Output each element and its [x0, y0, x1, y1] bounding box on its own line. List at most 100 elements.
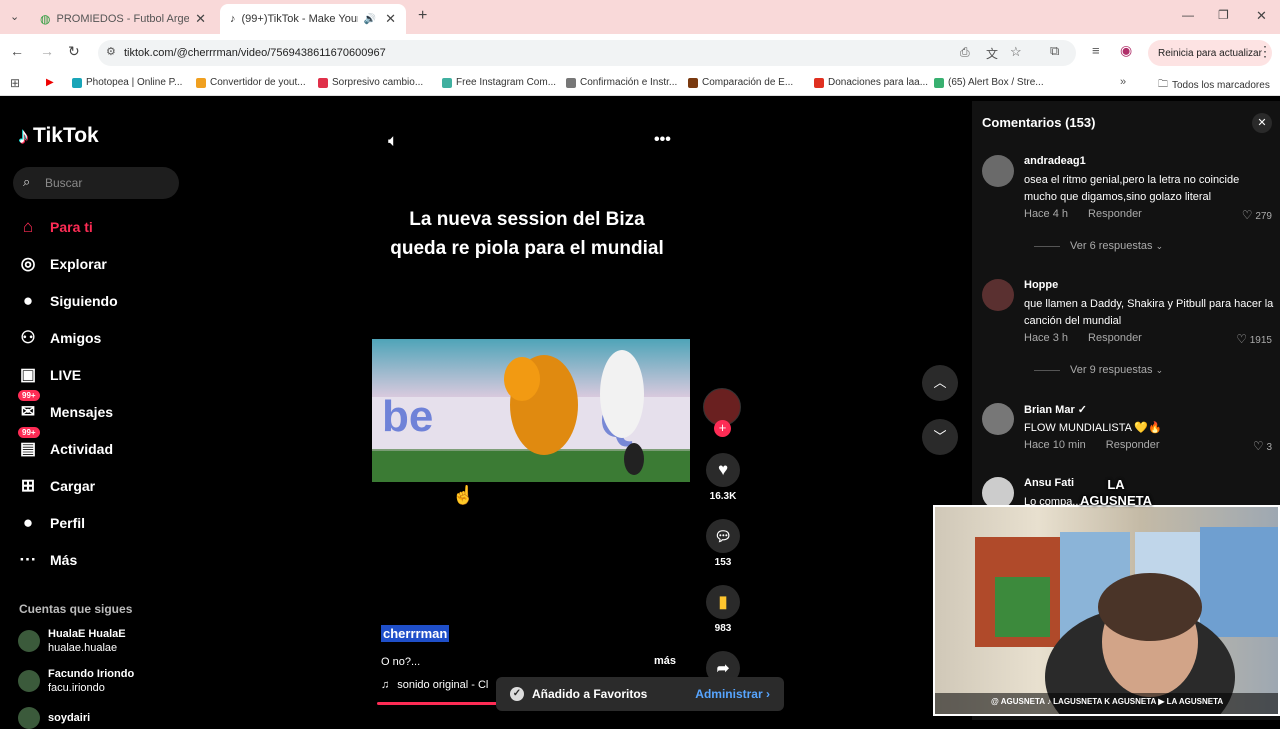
view-replies-button[interactable]: Ver 9 respuestas ⌄ — [1034, 364, 1163, 376]
bookmark-item[interactable]: Confirmación e Instr... — [566, 77, 677, 88]
sidebar: ♪ TikTok ⌕ Buscar ⌂ Para ti ◎ Explorar ● Sigu… — [0, 101, 195, 729]
sidebar-item-more[interactable]: ··· Más — [18, 550, 78, 570]
site-info-icon[interactable]: ⚙ — [106, 45, 116, 58]
following-account[interactable]: soydairi — [18, 707, 90, 729]
video-options-icon[interactable]: ••• — [654, 131, 671, 149]
sidebar-item-activity[interactable]: ▤ Actividad — [18, 439, 113, 459]
sidebar-item-messages[interactable]: ✉ Mensajes — [18, 402, 113, 422]
comment-like-count: 279 — [1255, 211, 1272, 222]
tab-search-icon[interactable]: ⌄ — [10, 10, 19, 23]
comment-time: Hace 10 min — [1024, 439, 1086, 451]
bookmark-item[interactable]: Convertidor de yout... — [196, 77, 306, 88]
follow-plus-button[interactable]: + — [714, 420, 731, 437]
streamer-logo: LA AGUSNETA — [1078, 477, 1154, 529]
manage-link[interactable]: Administrar › — [695, 687, 770, 701]
comment-time: Hace 4 h — [1024, 208, 1069, 220]
bookmark-item[interactable]: Photopea | Online P... — [72, 77, 182, 88]
maximize-button[interactable]: ❐ — [1218, 8, 1229, 22]
all-bookmarks[interactable]: 🗀 Todos los marcadores — [1158, 77, 1270, 94]
bookmark-item[interactable]: Comparación de E... — [688, 77, 793, 88]
sidebar-item-upload[interactable]: ⊞ Cargar — [18, 476, 95, 496]
more-bookmarks-icon[interactable]: » — [1120, 76, 1126, 88]
volume-icon[interactable]: 🔈︎ — [388, 131, 398, 151]
following-account[interactable]: Facundo Iriondo facu.iriondo — [18, 667, 134, 695]
reload-icon[interactable]: ↻ — [68, 43, 80, 60]
following-account[interactable]: HualaE HualaE hualae.hualae — [18, 627, 126, 655]
save-button[interactable]: ▮ 983 — [705, 585, 741, 634]
update-button[interactable]: Reinicia para actualizar — [1148, 40, 1272, 66]
live-icon: ▣ — [19, 365, 37, 384]
tab-promiedos[interactable]: ◍ PROMIEDOS - Futbol Argentino ✕ — [30, 4, 216, 34]
minimize-button[interactable]: — — [1182, 8, 1194, 22]
friends-icon: ⚇ — [20, 328, 36, 347]
avatar[interactable] — [982, 155, 1014, 187]
avatar[interactable] — [982, 403, 1014, 435]
address-bar[interactable]: ⚙ tiktok.com/@cherrrman/video/7569438611… — [98, 40, 1076, 66]
author-name[interactable]: cherrrman — [381, 625, 450, 642]
sound-link[interactable]: ♫ sonido original - Cl — [381, 679, 488, 691]
close-icon[interactable]: ✕ — [385, 11, 396, 27]
search-input[interactable]: ⌕ Buscar — [13, 167, 179, 199]
bookmark-item[interactable]: (65) Alert Box / Stre... — [934, 77, 1044, 88]
bookmark-item[interactable]: Sorpresivo cambio... — [318, 77, 423, 88]
comment-username[interactable]: Ansu Fati — [1024, 477, 1074, 489]
reply-button[interactable]: Responder — [1088, 208, 1142, 220]
tiktok-logo[interactable]: ♪ TikTok — [18, 123, 99, 149]
previous-video-button[interactable]: ︿ — [922, 365, 958, 401]
tab-tiktok[interactable]: ♪ (99+)TikTok - Make Your Da 🔊 ✕ — [220, 4, 406, 34]
avatar[interactable] — [982, 279, 1014, 311]
new-tab-button[interactable]: + — [418, 7, 427, 25]
video-caption: La nueva session del Biza queda re piola… — [372, 205, 682, 263]
close-comments-button[interactable]: ✕ — [1252, 113, 1272, 133]
speaker-icon[interactable]: 🔊 — [364, 14, 376, 25]
youtube-icon[interactable]: ▶ — [46, 77, 54, 88]
sidebar-item-label: Perfil — [50, 515, 86, 531]
comment-item: andradeag1 osea el ritmo genial,pero la l… — [982, 155, 1272, 265]
comment-like-button[interactable]: ♡ 279 — [1242, 208, 1272, 222]
more-link[interactable]: más — [654, 655, 676, 667]
comment-button[interactable]: 💬︎ 153 — [705, 519, 741, 568]
sidebar-item-profile[interactable]: ● Perfil — [18, 513, 85, 533]
sidebar-item-live[interactable]: ▣ LIVE — [18, 365, 81, 385]
comment-username[interactable]: Brian Mar ✓ — [1024, 403, 1087, 416]
comment-username[interactable]: Hoppe — [1024, 279, 1058, 291]
sidebar-item-compass[interactable]: ◎ Explorar — [18, 254, 107, 274]
sidebar-item-following[interactable]: ● Siguiendo — [18, 291, 118, 311]
view-replies-button[interactable]: Ver 6 respuestas ⌄ — [1034, 240, 1163, 252]
sidebar-item-home[interactable]: ⌂ Para ti — [18, 217, 93, 237]
sidebar-item-label: Cargar — [50, 478, 96, 494]
reply-button[interactable]: Responder — [1106, 439, 1160, 451]
forward-arrow-icon[interactable]: → — [40, 43, 54, 59]
account-handle: facu.iriondo — [48, 682, 105, 694]
install-icon[interactable]: ⎙ — [960, 45, 970, 60]
globe-icon: ◍ — [40, 12, 51, 26]
bookmark-item[interactable]: Donaciones para laa... — [814, 77, 928, 88]
reply-button[interactable]: Responder — [1088, 332, 1142, 344]
comment-username[interactable]: andradeag1 — [1024, 155, 1086, 167]
comment-like-button[interactable]: ♡ 3 — [1253, 439, 1272, 453]
next-video-button[interactable]: ﹀ — [922, 419, 958, 455]
apps-grid-icon[interactable]: ⊞ — [10, 76, 20, 90]
star-icon[interactable]: ☆ — [1010, 44, 1022, 60]
comment-like-button[interactable]: ♡ 1915 — [1236, 332, 1272, 346]
close-icon[interactable]: ✕ — [195, 11, 206, 27]
sidebar-item-label: Más — [50, 552, 78, 568]
extensions-icon[interactable]: ⧉ — [1050, 43, 1059, 59]
update-label: Reinicia para actualizar — [1158, 47, 1262, 59]
back-arrow-icon[interactable]: ← — [10, 43, 24, 59]
like-button[interactable]: ♥ 16.3K — [705, 453, 741, 502]
profile-avatar-icon[interactable]: ◉ — [1120, 42, 1132, 59]
window-close-button[interactable]: ✕ — [1256, 8, 1267, 24]
video-progress-bar[interactable] — [377, 702, 497, 705]
comment-meta: Hace 4 h Responder — [1024, 208, 1142, 220]
bookmark-item[interactable]: Free Instagram Com... — [442, 77, 556, 88]
tiktok-note-icon: ♪ — [18, 123, 29, 148]
video-player[interactable]: be Q — [372, 339, 690, 482]
webcam-overlay: @ AGUSNETA ♪ LAGUSNETA K AGUSNETA ▶ LA A… — [933, 505, 1280, 716]
comment-like-count: 3 — [1266, 442, 1272, 453]
translate-icon[interactable]: 文 — [986, 45, 998, 62]
menu-dots-icon[interactable]: ⋮ — [1258, 43, 1272, 60]
music-note-icon: ♫ — [381, 679, 390, 691]
sidebar-item-friends[interactable]: ⚇ Amigos — [18, 328, 101, 348]
media-icon[interactable]: ≡ — [1092, 43, 1100, 58]
